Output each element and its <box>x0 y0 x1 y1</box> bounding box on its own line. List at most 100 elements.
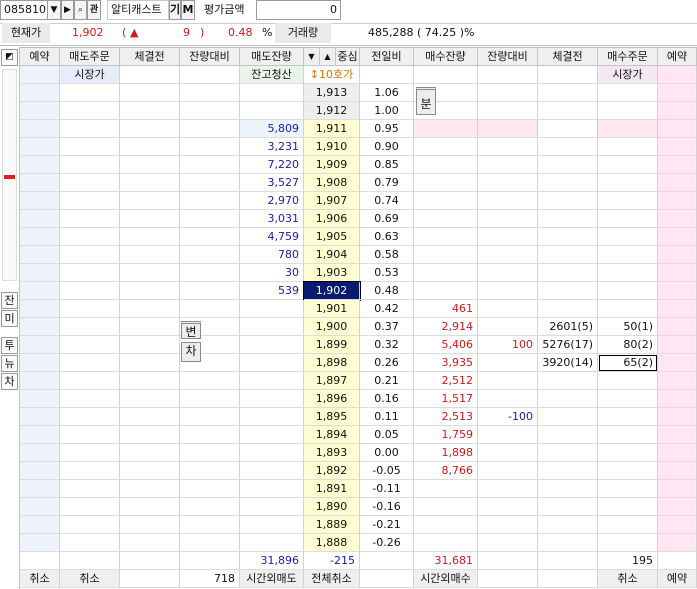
price-cell[interactable]: 1,905 <box>304 228 360 246</box>
cancel-button[interactable]: 취소 <box>598 570 658 588</box>
price-cell[interactable]: 1,900 <box>304 318 360 336</box>
price-cell[interactable]: 1,888 <box>304 534 360 552</box>
price-cell[interactable]: 1,912 <box>304 102 360 120</box>
sell-order-cell[interactable] <box>60 156 120 174</box>
pin-icon[interactable]: ◩ <box>1 49 18 66</box>
buy-order-cell[interactable] <box>598 210 658 228</box>
cancel-button[interactable]: 취소 <box>20 570 60 588</box>
tab-jan[interactable]: 잔 <box>1 292 18 309</box>
price-cell[interactable]: 1,911 <box>304 120 360 138</box>
m-tag-button[interactable]: M <box>181 0 195 20</box>
price-cell[interactable]: 1,895 <box>304 408 360 426</box>
reserve-cell[interactable] <box>20 462 60 480</box>
sell-order-cell[interactable] <box>60 300 120 318</box>
sell-order-cell[interactable] <box>60 138 120 156</box>
reserve-cell[interactable] <box>658 120 697 138</box>
reserve-cell[interactable] <box>658 156 697 174</box>
reserve-cell[interactable] <box>20 282 60 300</box>
tab-nyu[interactable]: 뉴 <box>1 355 18 372</box>
reserve-cell[interactable] <box>658 210 697 228</box>
price-cell[interactable]: 1,901 <box>304 300 360 318</box>
reserve-cell[interactable] <box>658 336 697 354</box>
reserve-cell[interactable] <box>20 390 60 408</box>
sell-order-cell[interactable] <box>60 318 120 336</box>
buy-order-cell[interactable]: 80(2) <box>598 336 658 354</box>
reserve-cell[interactable] <box>20 102 60 120</box>
reserve-cell[interactable] <box>20 228 60 246</box>
buy-order-cell[interactable] <box>598 534 658 552</box>
reserve-cell[interactable] <box>20 84 60 102</box>
sell-order-cell[interactable] <box>60 426 120 444</box>
price-cell[interactable]: 1,906 <box>304 210 360 228</box>
reserve-cell[interactable] <box>658 426 697 444</box>
tab-tu[interactable]: 투 <box>1 337 18 354</box>
reserve-cell[interactable] <box>20 210 60 228</box>
buy-order-cell[interactable] <box>598 264 658 282</box>
reserve-cell[interactable] <box>658 534 697 552</box>
tab-mi[interactable]: 미 <box>1 310 18 327</box>
sort-up-icon[interactable]: ▲ <box>320 48 336 66</box>
sell-order-cell[interactable] <box>60 84 120 102</box>
current-price-cell[interactable]: 1,902 <box>303 281 361 301</box>
sell-order-cell[interactable] <box>60 174 120 192</box>
buy-order-cell[interactable] <box>598 174 658 192</box>
reserve-cell[interactable] <box>20 192 60 210</box>
cha-button[interactable]: 차 <box>181 342 201 362</box>
buy-order-cell[interactable] <box>598 84 658 102</box>
sell-order-cell[interactable] <box>60 264 120 282</box>
reserve-cell[interactable] <box>658 228 697 246</box>
reserve-cell[interactable] <box>658 174 697 192</box>
price-cell[interactable]: 1,899 <box>304 336 360 354</box>
buy-market-button[interactable]: 시장가 <box>598 66 658 84</box>
byeon-button[interactable]: 변 <box>181 321 201 339</box>
buy-order-cell[interactable] <box>598 426 658 444</box>
price-cell[interactable]: 1,898 <box>304 354 360 372</box>
reserve-cell[interactable] <box>20 480 60 498</box>
liquidate-button[interactable]: 잔고청산 <box>240 66 304 84</box>
reserve-cell[interactable] <box>20 534 60 552</box>
buy-order-cell[interactable] <box>598 300 658 318</box>
reserve-cell[interactable] <box>658 246 697 264</box>
price-cell[interactable]: 1,910 <box>304 138 360 156</box>
price-cell[interactable]: 1,890 <box>304 498 360 516</box>
reserve-button[interactable]: 예약 <box>658 570 697 588</box>
price-cell[interactable]: 1,913 <box>304 84 360 102</box>
price-cell[interactable]: 1,896 <box>304 390 360 408</box>
sell-order-cell[interactable] <box>60 228 120 246</box>
reserve-cell[interactable] <box>658 318 697 336</box>
dropdown-button[interactable]: ▼ <box>47 0 61 20</box>
buy-order-cell[interactable]: 50(1) <box>598 318 658 336</box>
reserve-cell[interactable] <box>658 480 697 498</box>
sell-order-cell[interactable] <box>60 498 120 516</box>
after-hours-sell-button[interactable]: 시간외매도 <box>240 570 304 588</box>
buy-order-cell[interactable] <box>598 408 658 426</box>
price-cell[interactable]: 1,904 <box>304 246 360 264</box>
price-cell[interactable]: 1,903 <box>304 264 360 282</box>
cancel-button[interactable]: 취소 <box>60 570 120 588</box>
reserve-cell[interactable] <box>20 318 60 336</box>
reserve-cell[interactable] <box>658 300 697 318</box>
reserve-cell[interactable] <box>658 408 697 426</box>
stock-code-input[interactable]: 085810 <box>0 0 47 20</box>
buy-order-cell[interactable] <box>598 462 658 480</box>
sell-order-cell[interactable] <box>60 102 120 120</box>
sell-order-cell[interactable] <box>60 120 120 138</box>
reserve-cell[interactable] <box>20 138 60 156</box>
reserve-cell[interactable] <box>20 120 60 138</box>
buy-order-cell[interactable] <box>598 390 658 408</box>
price-cell[interactable]: 1,909 <box>304 156 360 174</box>
reserve-cell[interactable] <box>20 426 60 444</box>
sell-order-cell[interactable] <box>60 282 120 300</box>
buy-order-cell[interactable] <box>598 516 658 534</box>
price-cell[interactable]: 1,907 <box>304 192 360 210</box>
buy-order-cell[interactable] <box>598 444 658 462</box>
cancel-all-button[interactable]: 전체취소 <box>304 570 360 588</box>
reserve-cell[interactable] <box>658 84 697 102</box>
sell-order-cell[interactable] <box>60 354 120 372</box>
reserve-cell[interactable] <box>658 516 697 534</box>
sell-order-cell[interactable] <box>60 210 120 228</box>
sell-order-cell[interactable] <box>60 444 120 462</box>
price-cell[interactable]: 1,889 <box>304 516 360 534</box>
buy-order-cell[interactable] <box>598 246 658 264</box>
buy-order-cell[interactable] <box>598 480 658 498</box>
